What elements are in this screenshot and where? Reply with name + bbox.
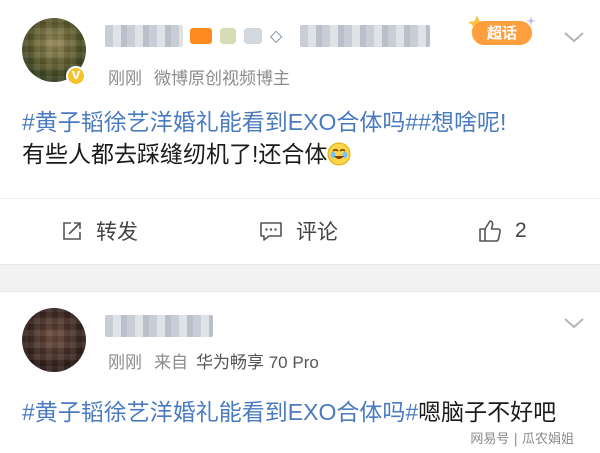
username-redacted[interactable]: [105, 315, 213, 337]
post-device[interactable]: 华为畅享 70 Pro: [196, 353, 319, 372]
sparkle-icon: [526, 16, 536, 26]
post-body: 嗯脑子不好吧: [418, 399, 557, 425]
repost-label: 转发: [96, 221, 138, 244]
weibo-post-1: V ◇ 超话 刚刚 微博原创视频博主 #黄子韬徐艺洋婚礼能看到EXO合体吗##想啥…: [0, 0, 600, 264]
weibo-post-2: 刚刚 来自 华为畅享 70 Pro #黄子韬徐艺洋婚礼能看到EXO合体吗#嗯脑子不好…: [0, 292, 600, 453]
avatar[interactable]: [22, 308, 86, 372]
comment-button[interactable]: 评论: [258, 199, 338, 263]
action-bar: 转发 评论 2: [0, 199, 600, 263]
redacted-info: [300, 25, 430, 47]
verified-badge-icon: V: [66, 66, 86, 86]
username-redacted[interactable]: [105, 25, 183, 47]
chevron-down-icon[interactable]: [562, 314, 586, 332]
repost-icon: [63, 222, 81, 240]
post-text: #黄子韬徐艺洋婚礼能看到EXO合体吗#嗯脑子不好吧: [22, 396, 582, 428]
post-time: 刚刚: [108, 69, 142, 88]
topic-hashtag[interactable]: #黄子韬徐艺洋婚礼能看到EXO合体吗#: [22, 399, 418, 425]
crying-laughing-emoji-icon: [327, 142, 351, 166]
comment-icon: [260, 222, 282, 241]
watermark: 网易号 | 瓜农娟姐: [470, 432, 574, 447]
level-badge-icon: [190, 28, 212, 44]
chaohua-badge[interactable]: 超话: [466, 13, 536, 49]
post-source-prefix: 来自: [154, 353, 188, 372]
author-role: 微博原创视频博主: [154, 69, 290, 88]
member-badge-icon: [220, 28, 236, 44]
topic-hashtag-2[interactable]: #想啥呢!: [418, 109, 506, 135]
comment-label: 评论: [296, 221, 338, 244]
topic-hashtag[interactable]: #黄子韬徐艺洋婚礼能看到EXO合体吗#: [22, 109, 418, 135]
feed-separator: [0, 264, 600, 292]
chevron-down-icon[interactable]: [562, 28, 586, 46]
post-meta: 刚刚 来自 华为畅享 70 Pro: [108, 348, 319, 373]
repost-button[interactable]: 转发: [60, 199, 138, 263]
post-time: 刚刚: [108, 353, 142, 372]
chaohua-label: 超话: [472, 21, 532, 45]
post-text: #黄子韬徐艺洋婚礼能看到EXO合体吗##想啥呢! 有些人都去踩缝纫机了!还合体: [22, 106, 582, 170]
post-meta: 刚刚 微博原创视频博主: [108, 64, 290, 89]
thumbs-up-icon: [479, 220, 501, 242]
diamond-icon: ◇: [270, 26, 283, 45]
fan-badge-icon: [244, 28, 262, 44]
like-button[interactable]: 2: [477, 199, 527, 263]
post-body: 有些人都去踩缝纫机了!还合体: [22, 141, 328, 167]
like-count: 2: [515, 219, 527, 242]
